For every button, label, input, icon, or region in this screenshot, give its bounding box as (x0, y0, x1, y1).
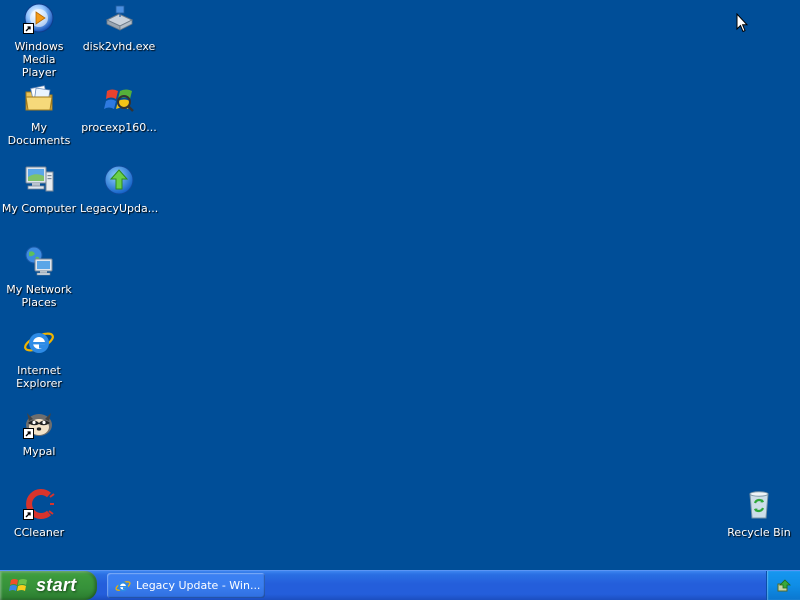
desktop-icon-internet-explorer[interactable]: Internet Explorer (0, 326, 78, 390)
desktop-icon-disk2vhd[interactable]: disk2vhd.exe (80, 2, 158, 53)
desktop-icon-label: procexp160... (81, 121, 157, 134)
desktop-icon-windows-media-player[interactable]: Windows Media Player (0, 2, 78, 79)
my-computer-icon (23, 164, 55, 196)
shortcut-arrow-icon (23, 23, 34, 34)
windows-logo-icon (9, 576, 29, 596)
shortcut-arrow-icon (23, 428, 34, 439)
internet-explorer-icon (23, 326, 55, 358)
recycle-bin-icon (743, 488, 775, 520)
desktop-icon-recycle-bin[interactable]: Recycle Bin (720, 488, 798, 539)
mouse-cursor-icon (736, 13, 748, 33)
internet-explorer-icon (115, 578, 131, 594)
my-documents-icon (23, 83, 55, 115)
process-explorer-icon (103, 83, 135, 115)
desktop[interactable]: Windows Media Player My Documents My Com… (0, 0, 800, 570)
desktop-icon-label: Windows Media Player (14, 40, 64, 79)
desktop-icon-mypal[interactable]: Mypal (0, 407, 78, 458)
desktop-icon-label: My Network Places (6, 283, 72, 309)
safely-remove-hardware-icon[interactable] (776, 578, 792, 594)
mypal-icon (23, 407, 55, 439)
disk2vhd-icon (103, 2, 135, 34)
my-network-places-icon (23, 245, 55, 277)
legacy-update-icon (103, 164, 135, 196)
desktop-icon-ccleaner[interactable]: CCleaner (0, 488, 78, 539)
desktop-icon-my-documents[interactable]: My Documents (0, 83, 78, 147)
desktop-icon-label: My Computer (1, 202, 77, 215)
start-button[interactable]: start (0, 571, 97, 600)
system-tray (766, 571, 800, 600)
desktop-icon-label: Recycle Bin (727, 526, 791, 539)
desktop-icon-my-computer[interactable]: My Computer (0, 164, 78, 215)
desktop-icon-label: My Documents (7, 121, 71, 147)
desktop-icon-label: LegacyUpda... (80, 202, 159, 215)
shortcut-arrow-icon (23, 509, 34, 520)
desktop-icon-label: Internet Explorer (16, 364, 62, 390)
desktop-icon-label: CCleaner (13, 526, 65, 539)
desktop-icon-label: Mypal (22, 445, 56, 458)
desktop-icon-label: disk2vhd.exe (82, 40, 156, 53)
taskbar-button-label: Legacy Update - Win... (136, 579, 261, 592)
desktop-icon-my-network-places[interactable]: My Network Places (0, 245, 78, 309)
desktop-icon-procexp[interactable]: procexp160... (80, 83, 158, 134)
taskbar-button-legacy-update[interactable]: Legacy Update - Win... (107, 573, 265, 598)
ccleaner-icon (23, 488, 55, 520)
start-label: start (36, 575, 77, 595)
desktop-icon-legacy-update[interactable]: LegacyUpda... (80, 164, 158, 215)
taskbar: start Legacy Update - Win... (0, 570, 800, 600)
windows-media-player-icon (23, 2, 55, 34)
